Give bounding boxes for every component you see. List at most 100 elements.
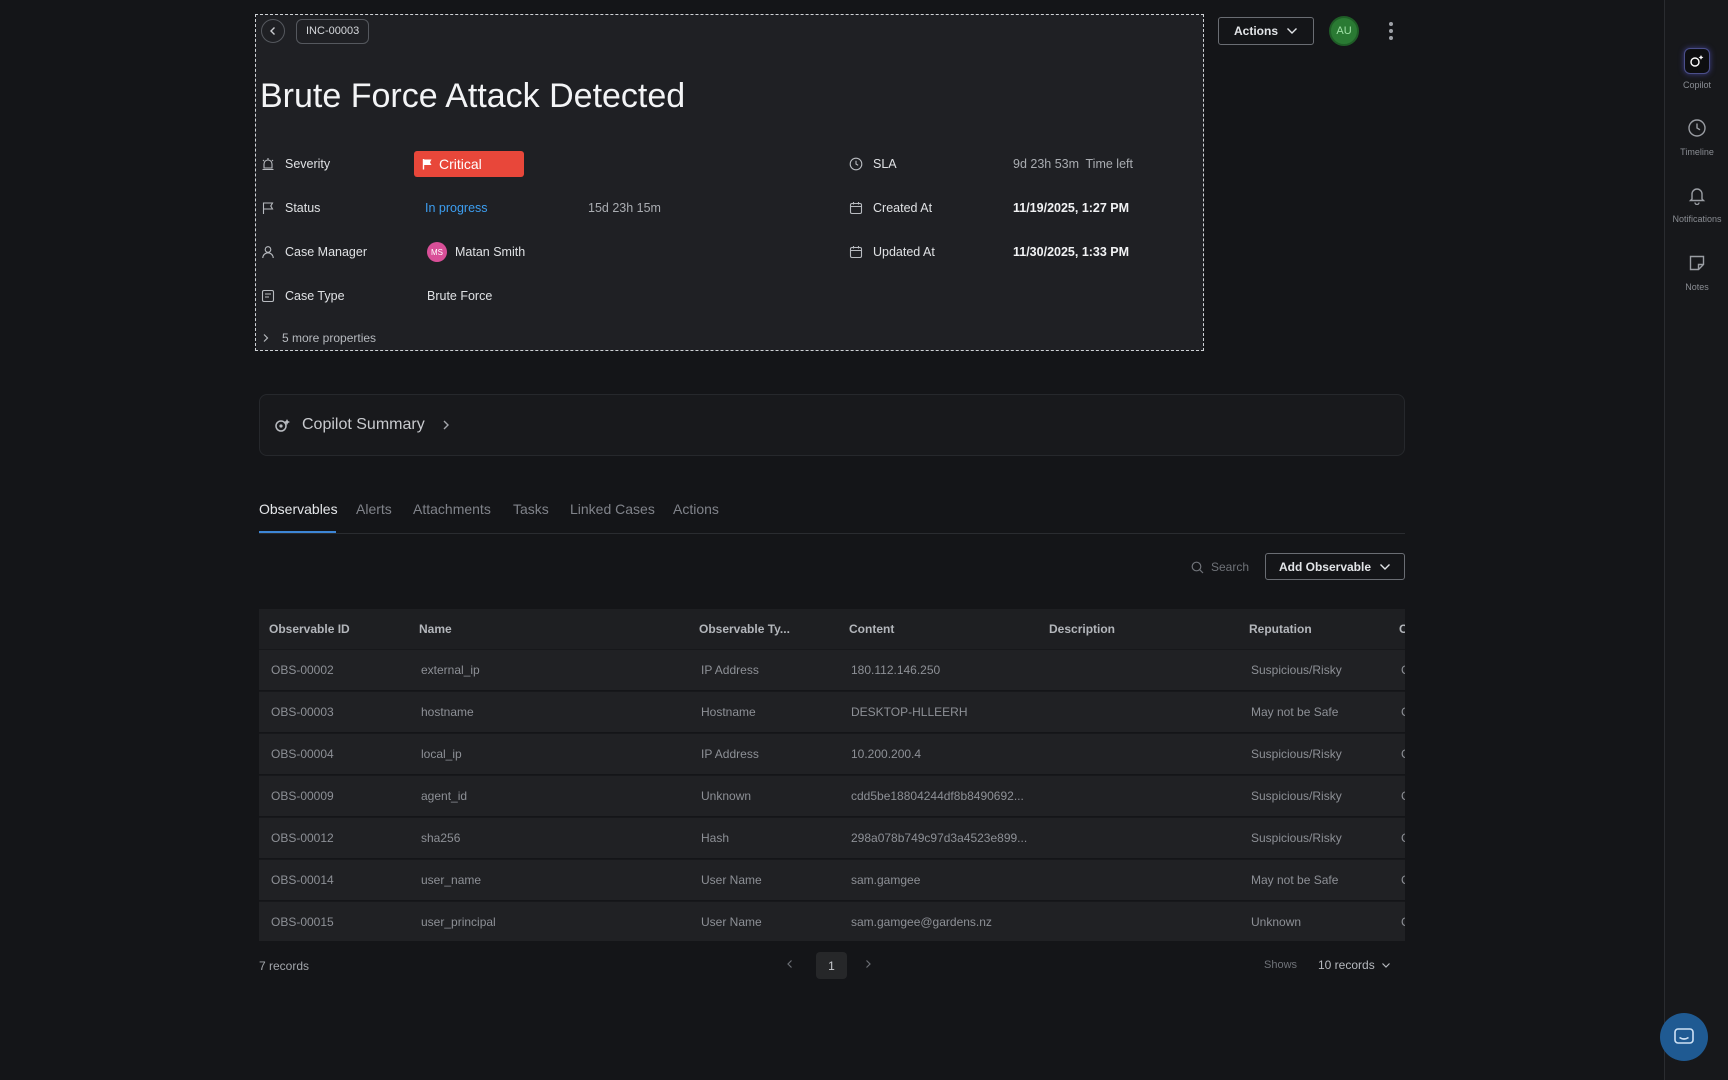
chat-icon: [1674, 1028, 1694, 1044]
table-cell: agent_id: [421, 789, 468, 803]
table-header: Observable ID Name Observable Ty... Cont…: [259, 609, 1405, 649]
table-cell: 298a078b749c97d3a4523e899...: [851, 831, 1028, 845]
table-cell: IP Address: [701, 747, 759, 761]
table-row[interactable]: OBS-00003 hostname Hostname DESKTOP-HLLEERH…: [259, 691, 1405, 732]
actions-label: Actions: [1233, 24, 1278, 38]
table-row[interactable]: OBS-00014 user_name User Name sam.gamgee May…: [259, 859, 1405, 900]
document-icon: [261, 289, 275, 303]
back-button[interactable]: [261, 19, 285, 43]
previous-page-button[interactable]: [786, 958, 794, 972]
chevron-down-icon: [1287, 28, 1297, 34]
case-type-property: Case Type Brute Force: [261, 285, 761, 307]
copilot-summary-label: Copilot Summary: [302, 416, 425, 433]
rail-item-notifications[interactable]: Notifications: [1665, 182, 1728, 224]
tab-bar: Observables Alerts Attachments Tasks Lin…: [259, 498, 1405, 534]
next-page-button[interactable]: [864, 958, 872, 972]
tab-linked-cases[interactable]: Linked Cases: [570, 501, 655, 517]
chevron-left-icon: [787, 960, 792, 968]
table-cell: User Name: [701, 873, 762, 887]
created-value: 11/19/2025, 1:27 PM: [1013, 201, 1130, 215]
calendar-icon: [849, 245, 863, 259]
column-header[interactable]: Content: [849, 622, 894, 636]
column-header[interactable]: Reputation: [1249, 622, 1312, 636]
sla-value: 9d 23h 53m Time left: [1013, 157, 1133, 171]
table-row[interactable]: OBS-00002 external_ip IP Address 180.112.14…: [259, 649, 1405, 690]
sla-time: 9d 23h 53m: [1013, 157, 1080, 171]
tab-alerts[interactable]: Alerts: [356, 501, 392, 517]
severity-property: Severity Critical: [261, 151, 761, 177]
table-cell: external_ip: [421, 663, 480, 677]
flag-icon: [422, 159, 432, 170]
chevron-down-icon: [1381, 962, 1390, 968]
records-per-page-select[interactable]: 10 records: [1318, 958, 1391, 972]
table-cell: C: [1401, 915, 1405, 929]
rail-item-copilot[interactable]: Copilot: [1665, 48, 1728, 90]
table-row[interactable]: OBS-00015 user_principal User Name sam.gamg…: [259, 901, 1405, 941]
severity-value: Critical: [439, 156, 482, 172]
table-cell: OBS-00009: [271, 789, 334, 803]
copilot-icon: [1684, 48, 1710, 74]
status-duration: 15d 23h 15m: [588, 201, 661, 215]
status-property: Status In progress 15d 23h 15m: [261, 197, 761, 219]
tab-actions[interactable]: Actions: [673, 501, 719, 517]
table-row[interactable]: OBS-00004 local_ip IP Address 10.200.200.4 S…: [259, 733, 1405, 774]
status-value[interactable]: In progress: [425, 201, 488, 215]
updated-value: 11/30/2025, 1:33 PM: [1013, 245, 1130, 259]
chevron-left-icon: [270, 27, 275, 35]
more-options-icon[interactable]: [1382, 18, 1400, 44]
alarm-icon: [261, 157, 275, 171]
case-manager-label: Case Manager: [285, 245, 367, 259]
user-avatar[interactable]: AU: [1329, 16, 1359, 46]
updated-label: Updated At: [873, 245, 935, 259]
records-count: 7 records: [259, 959, 310, 973]
tab-observables[interactable]: Observables: [259, 501, 338, 517]
table-cell: 10.200.200.4: [851, 747, 922, 761]
column-header[interactable]: Description: [1049, 622, 1115, 636]
rail-label: Timeline: [1680, 147, 1714, 157]
more-properties-label: 5 more properties: [282, 331, 377, 345]
rail-item-notes[interactable]: Notes: [1665, 250, 1728, 292]
page-number-button[interactable]: 1: [816, 952, 847, 979]
tab-tasks[interactable]: Tasks: [513, 501, 549, 517]
created-property: Created At 11/19/2025, 1:27 PM: [849, 197, 1189, 219]
chevron-right-icon: [443, 420, 449, 430]
table-cell: Suspicious/Risky: [1251, 747, 1342, 761]
tab-attachments[interactable]: Attachments: [413, 501, 491, 517]
table-row[interactable]: OBS-00012 sha256 Hash 298a078b749c97d3a4523…: [259, 817, 1405, 858]
table-cell: C: [1401, 747, 1405, 761]
add-observable-button[interactable]: Add Observable: [1265, 553, 1405, 580]
user-icon: [261, 245, 275, 259]
more-properties-toggle[interactable]: 5 more properties: [262, 331, 376, 345]
table-cell: sam.gamgee: [851, 873, 921, 887]
column-header[interactable]: Name: [419, 622, 452, 636]
search-icon: [1191, 561, 1204, 573]
case-header-card: INC-00003 Brute Force Attack Detected Se…: [255, 14, 1204, 351]
sla-suffix: Time left: [1085, 157, 1133, 171]
table-cell: sam.gamgee@gardens.nz: [851, 915, 992, 929]
table-cell: IP Address: [701, 663, 759, 677]
column-header[interactable]: C: [1399, 622, 1405, 636]
table-cell: Unknown: [701, 789, 752, 803]
severity-badge[interactable]: Critical: [414, 151, 524, 177]
case-manager-value[interactable]: MS Matan Smith: [427, 242, 525, 262]
table-row[interactable]: OBS-00009 agent_id Unknown cdd5be18804244df…: [259, 775, 1405, 816]
add-observable-label: Add Observable: [1278, 559, 1372, 574]
status-label: Status: [285, 201, 321, 215]
table-cell: hostname: [421, 705, 474, 719]
chat-launcher-button[interactable]: [1660, 1013, 1708, 1061]
table-cell: OBS-00002: [271, 663, 334, 677]
column-header[interactable]: Observable Ty...: [699, 622, 790, 636]
search-placeholder: Search: [1211, 560, 1250, 574]
search-input[interactable]: Search: [1191, 560, 1249, 574]
case-type-value[interactable]: Brute Force: [427, 289, 492, 303]
chevron-down-icon: [1380, 563, 1391, 570]
actions-button[interactable]: Actions: [1218, 17, 1314, 45]
table-cell: local_ip: [421, 747, 462, 761]
table-cell: Suspicious/Risky: [1251, 789, 1342, 803]
copilot-summary-card[interactable]: Copilot Summary: [259, 394, 1405, 456]
calendar-icon: [849, 201, 863, 215]
rail-item-timeline[interactable]: Timeline: [1665, 115, 1728, 157]
case-id-chip[interactable]: INC-00003: [296, 19, 370, 44]
observables-table: Observable ID Name Observable Ty... Cont…: [259, 609, 1405, 941]
column-header[interactable]: Observable ID: [269, 622, 350, 636]
